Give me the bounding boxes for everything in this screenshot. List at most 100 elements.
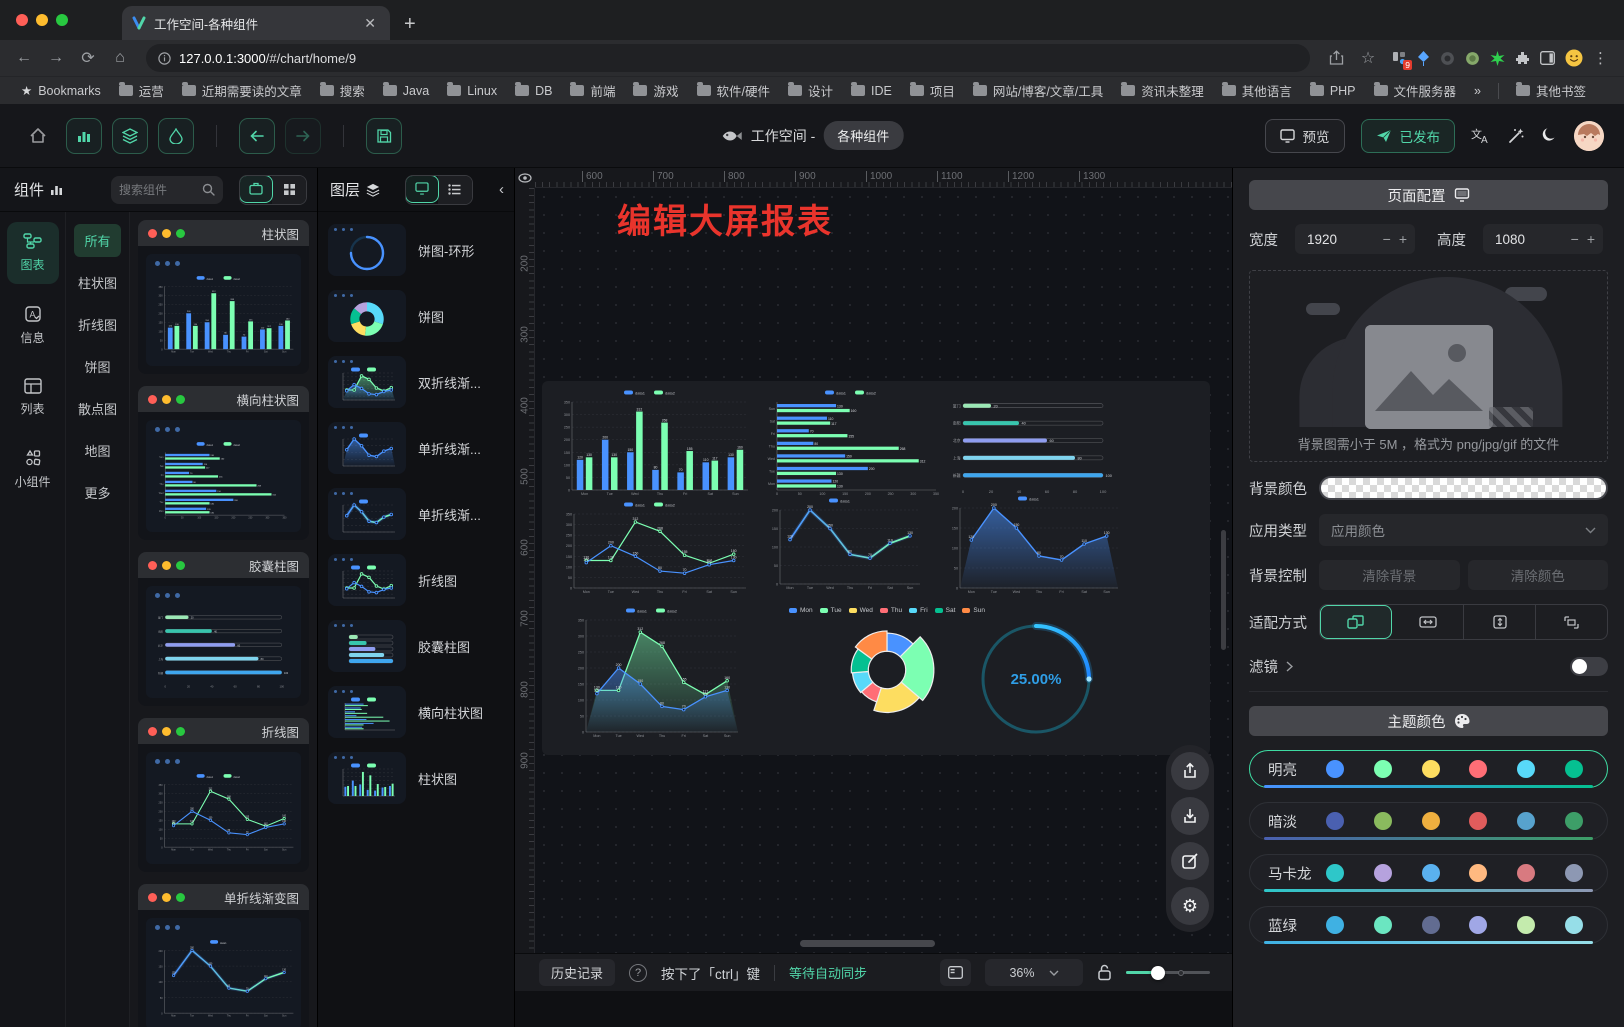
extension-kite-icon[interactable] bbox=[1417, 51, 1430, 66]
bookmark-item[interactable]: IDE bbox=[844, 81, 899, 101]
category-散点图[interactable]: 散点图 bbox=[68, 392, 127, 425]
bookmark-item[interactable]: 前端 bbox=[563, 78, 622, 103]
dashboard-chart-line1[interactable]: data1050100150200MonTueWedThuFriSatSun12… bbox=[764, 497, 924, 593]
settings-button[interactable]: ⚙ bbox=[1171, 887, 1209, 925]
layer-item[interactable]: 柱状图 bbox=[328, 752, 504, 804]
theme-row-蓝绿[interactable]: 蓝绿 bbox=[1249, 906, 1608, 944]
clear-color-button[interactable]: 清除颜色 bbox=[1468, 560, 1609, 590]
user-avatar[interactable] bbox=[1574, 121, 1604, 151]
height-decrement[interactable]: − bbox=[1571, 231, 1579, 247]
fit-height-button[interactable] bbox=[1464, 605, 1536, 639]
clear-background-button[interactable]: 清除背景 bbox=[1319, 560, 1460, 590]
details-panel-toggle[interactable] bbox=[158, 118, 194, 154]
component-card[interactable]: 胶囊柱图厦门20南阳40北京60上海80新疆100020406080100 bbox=[138, 552, 309, 706]
bookmark-item[interactable]: 搜索 bbox=[313, 78, 372, 103]
sidebar-item-列表[interactable]: 列表 bbox=[7, 366, 59, 428]
bookmark-item[interactable]: 资讯未整理 bbox=[1114, 78, 1211, 103]
dashboard-chart-bar[interactable]: data1data2050100150200250300350MonTueWed… bbox=[556, 389, 752, 499]
browser-forward-icon[interactable]: → bbox=[42, 44, 70, 72]
edit-button[interactable] bbox=[1171, 842, 1209, 880]
extension-green-circle-icon[interactable] bbox=[1465, 51, 1480, 66]
component-card[interactable]: 单折线渐变图data1050100150200MonTueWedThuFriSa… bbox=[138, 884, 309, 1027]
bookmark-item[interactable]: 设计 bbox=[781, 78, 840, 103]
tab-close-icon[interactable]: ✕ bbox=[360, 15, 380, 32]
layer-item[interactable]: 单折线渐... bbox=[328, 488, 504, 540]
dashboard-chart-hbar[interactable]: data1data2Sun130160Sat110117Fri70155Thu8… bbox=[760, 389, 950, 499]
sidebar-item-小组件[interactable]: 小组件 bbox=[7, 438, 59, 500]
width-value-field[interactable] bbox=[1307, 232, 1359, 247]
close-window-button[interactable] bbox=[16, 14, 28, 26]
fit-stretch-button[interactable] bbox=[1536, 605, 1607, 639]
sidebar-item-信息[interactable]: A信息 bbox=[7, 294, 59, 356]
background-upload-dropzone[interactable]: 背景图需小于 5M ，格式为 png/jpg/gif 的文件 bbox=[1249, 270, 1608, 462]
layer-item[interactable]: 单折线渐... bbox=[328, 422, 504, 474]
width-input[interactable]: −+ bbox=[1295, 224, 1415, 254]
category-饼图[interactable]: 饼图 bbox=[74, 350, 120, 383]
undo-button[interactable] bbox=[239, 118, 275, 154]
thumbnail-view-button[interactable] bbox=[405, 175, 439, 203]
sidebar-toggle-icon[interactable] bbox=[1540, 51, 1555, 65]
layer-item[interactable]: 饼图-环形 bbox=[328, 224, 504, 276]
extension-grid-icon[interactable]: 9 bbox=[1392, 51, 1407, 66]
zoom-slider-knob[interactable] bbox=[1151, 966, 1165, 980]
layer-item[interactable]: 折线图 bbox=[328, 554, 504, 606]
toggle-guides-button[interactable] bbox=[515, 168, 535, 188]
canvas-view[interactable]: 6007008009001000110012001300 20030040050… bbox=[515, 168, 1232, 953]
layer-item[interactable]: 胶囊柱图 bbox=[328, 620, 504, 672]
bookmark-item[interactable]: Java bbox=[376, 81, 436, 101]
component-card[interactable]: 折线图data1data2050100150200250300350MonTue… bbox=[138, 718, 309, 872]
dashboard-chart-area2[interactable]: data1data2050100150200250300350MonTueWed… bbox=[570, 607, 742, 741]
preview-button[interactable]: 预览 bbox=[1265, 119, 1345, 153]
grid-view-button[interactable] bbox=[272, 176, 306, 204]
vertical-scrollbar[interactable] bbox=[1221, 530, 1226, 650]
extension-xdebug-star-icon[interactable] bbox=[1490, 51, 1505, 66]
zoom-slider[interactable] bbox=[1126, 966, 1210, 980]
address-bar[interactable]: 127.0.0.1:3000/#/chart/home/9 bbox=[146, 44, 1310, 72]
bookmark-item[interactable]: 文件服务器 bbox=[1367, 78, 1464, 103]
filter-toggle[interactable] bbox=[1570, 657, 1608, 676]
bg-color-swatch[interactable] bbox=[1319, 476, 1608, 500]
height-value-field[interactable] bbox=[1495, 232, 1547, 247]
component-card[interactable]: 柱状图data1data2050100150200250300350MonTue… bbox=[138, 220, 309, 374]
import-button[interactable] bbox=[1171, 797, 1209, 835]
horizontal-scrollbar[interactable] bbox=[800, 940, 935, 947]
align-panel-button[interactable] bbox=[940, 959, 971, 986]
fit-scale-button[interactable] bbox=[1320, 605, 1392, 639]
fit-width-button[interactable] bbox=[1392, 605, 1464, 639]
theme-row-暗淡[interactable]: 暗淡 bbox=[1249, 802, 1608, 840]
sidebar-item-图表[interactable]: 图表 bbox=[7, 222, 59, 284]
bookmark-item[interactable]: 项目 bbox=[903, 78, 962, 103]
bookmarks-root[interactable]: ★Bookmarks bbox=[14, 80, 108, 101]
collapse-panel-icon[interactable]: ‹ bbox=[497, 181, 506, 198]
new-tab-button[interactable]: + bbox=[404, 13, 416, 36]
category-折线图[interactable]: 折线图 bbox=[68, 308, 127, 341]
macos-traffic-lights[interactable] bbox=[0, 0, 86, 40]
extension-ring-icon[interactable] bbox=[1440, 51, 1455, 66]
list-view-button[interactable] bbox=[438, 176, 472, 204]
layer-item[interactable]: 双折线渐... bbox=[328, 356, 504, 408]
dashboard-chart-area1[interactable]: data1050100150200MonTueWedThuFriSatSun12… bbox=[944, 495, 1122, 597]
layer-item[interactable]: 横向柱状图 bbox=[328, 686, 504, 738]
category-更多[interactable]: 更多 bbox=[74, 476, 120, 509]
layers-panel-toggle[interactable] bbox=[112, 118, 148, 154]
maximize-window-button[interactable] bbox=[56, 14, 68, 26]
workspace-name[interactable]: 各种组件 bbox=[823, 121, 903, 150]
profile-avatar-icon[interactable] bbox=[1565, 49, 1583, 67]
lock-icon[interactable] bbox=[1097, 964, 1112, 981]
bookmark-item[interactable]: 运营 bbox=[112, 78, 171, 103]
theme-row-马卡龙[interactable]: 马卡龙 bbox=[1249, 854, 1608, 892]
components-panel-toggle[interactable] bbox=[66, 118, 102, 154]
other-bookmarks[interactable]: 其他书签 bbox=[1509, 78, 1593, 103]
bookmark-item[interactable]: 游戏 bbox=[626, 78, 685, 103]
app-type-select[interactable]: 应用颜色 bbox=[1319, 514, 1608, 546]
dashboard-chart-capsule[interactable]: 厦门20南阳40北京60上海80新疆100020406080100 bbox=[946, 393, 1120, 495]
bookmark-item[interactable]: 近期需要读的文章 bbox=[175, 78, 309, 103]
dashboard-chart-progress[interactable]: 25.00% bbox=[974, 617, 1098, 741]
component-search[interactable] bbox=[111, 176, 223, 204]
bookmarks-overflow[interactable]: » bbox=[1467, 81, 1488, 101]
search-input[interactable] bbox=[119, 183, 198, 197]
category-所有[interactable]: 所有 bbox=[74, 224, 120, 257]
bookmark-item[interactable]: 其他语言 bbox=[1215, 78, 1299, 103]
history-button[interactable]: 历史记录 bbox=[539, 959, 615, 986]
bookmark-item[interactable]: 软件/硬件 bbox=[690, 78, 777, 103]
